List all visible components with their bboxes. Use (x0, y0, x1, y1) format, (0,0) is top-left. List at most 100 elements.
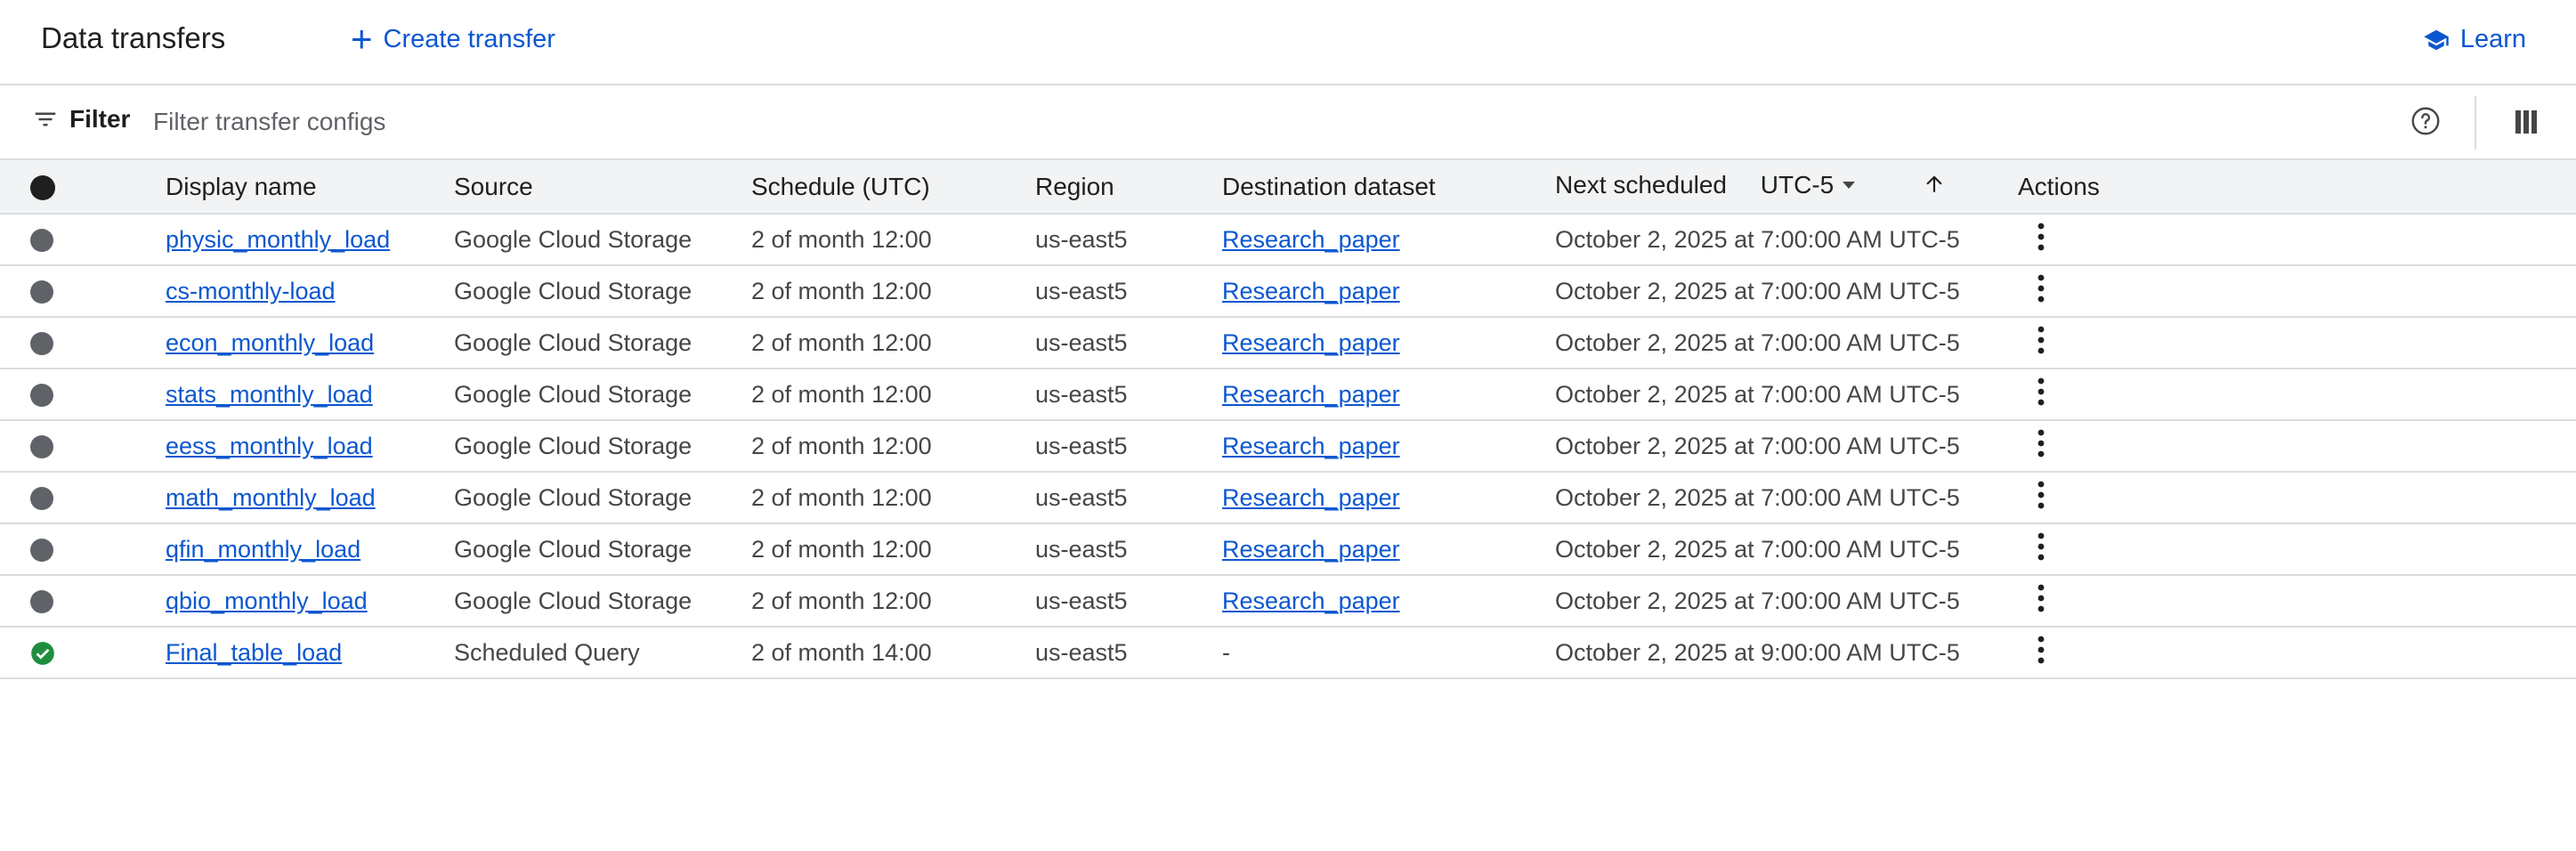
next-scheduled-cell: October 2, 2025 at 7:00:00 AM UTC-5 (1555, 328, 1960, 356)
schedule-header[interactable]: Schedule (UTC) (751, 160, 1035, 215)
help-button[interactable] (2410, 105, 2442, 142)
destination-cell: Research_paper (1222, 265, 1555, 317)
timezone-value: UTC-5 (1760, 170, 1835, 199)
destination-header[interactable]: Destination dataset (1222, 160, 1555, 215)
more-actions-button[interactable] (2036, 222, 2046, 258)
schedule-cell: 2 of month 14:00 (751, 638, 932, 666)
next-scheduled-cell: October 2, 2025 at 7:00:00 AM UTC-5 (1555, 483, 1960, 511)
destination-dataset-link[interactable]: Research_paper (1222, 329, 1400, 356)
status-inactive-icon (30, 539, 53, 563)
table-row[interactable]: econ_monthly_load Google Cloud Storage 2… (0, 317, 2576, 369)
actions-cell (2018, 575, 2576, 627)
actions-header: Actions (2018, 160, 2576, 215)
table-row[interactable]: cs-monthly-load Google Cloud Storage 2 o… (0, 265, 2576, 317)
display-name-link[interactable]: econ_monthly_load (166, 329, 374, 356)
display-name-cell: physic_monthly_load (166, 214, 454, 265)
source-cell: Google Cloud Storage (454, 225, 693, 253)
learn-button[interactable]: Learn (2421, 25, 2526, 54)
filter-input[interactable] (151, 101, 1490, 142)
region-cell: us-east5 (1035, 328, 1128, 356)
more-vert-icon (2037, 481, 2045, 508)
destination-dataset-link[interactable]: Research_paper (1222, 381, 1400, 408)
next-scheduled-header: Next scheduled UTC-5 (1555, 160, 2018, 215)
more-actions-button[interactable] (2036, 635, 2046, 671)
destination-dataset-link[interactable]: Research_paper (1222, 278, 1400, 304)
display-name-link[interactable]: stats_monthly_load (166, 381, 373, 408)
more-actions-button[interactable] (2036, 377, 2046, 413)
filter-icon (35, 112, 56, 126)
display-name-cell: stats_monthly_load (166, 369, 454, 420)
destination-dataset-link[interactable]: Research_paper (1222, 536, 1400, 563)
table-row[interactable]: qbio_monthly_load Google Cloud Storage 2… (0, 575, 2576, 627)
source-cell: Scheduled Query (454, 638, 640, 666)
next-scheduled-label[interactable]: Next scheduled (1555, 171, 1727, 199)
filter-bar: Filter (0, 85, 2576, 160)
filter-label: Filter (69, 105, 131, 133)
region-header[interactable]: Region (1035, 160, 1222, 215)
region-cell: us-east5 (1035, 535, 1128, 563)
status-inactive-icon (30, 332, 53, 356)
display-name-link[interactable]: qbio_monthly_load (166, 588, 368, 614)
region-cell: us-east5 (1035, 380, 1128, 408)
destination-cell: Research_paper (1222, 523, 1555, 575)
create-transfer-button[interactable]: + Create transfer (351, 20, 555, 58)
display-name-header[interactable]: Display name (166, 160, 454, 215)
timezone-select[interactable]: UTC-5 (1760, 170, 1856, 199)
display-name-link[interactable]: Final_table_load (166, 639, 342, 666)
actions-cell (2018, 265, 2576, 317)
destination-dataset-link[interactable]: Research_paper (1222, 226, 1400, 253)
destination-dataset-link[interactable]: Research_paper (1222, 484, 1400, 511)
table-row[interactable]: math_monthly_load Google Cloud Storage 2… (0, 472, 2576, 523)
table-row[interactable]: physic_monthly_load Google Cloud Storage… (0, 214, 2576, 265)
more-actions-button[interactable] (2036, 583, 2046, 620)
destination-dataset-link[interactable]: Research_paper (1222, 433, 1400, 459)
next-scheduled-cell: October 2, 2025 at 7:00:00 AM UTC-5 (1555, 432, 1960, 459)
actions-cell (2018, 472, 2576, 523)
top-bar: Data transfers + Create transfer Learn (0, 0, 2576, 85)
display-name-cell: eess_monthly_load (166, 420, 454, 472)
page-title: Data transfers (41, 21, 226, 54)
source-cell: Google Cloud Storage (454, 328, 693, 356)
filter-button[interactable]: Filter (32, 105, 130, 134)
more-vert-icon (2037, 532, 2045, 560)
schedule-cell: 2 of month 12:00 (751, 535, 932, 563)
more-actions-button[interactable] (2036, 325, 2046, 361)
display-name-link[interactable]: qfin_monthly_load (166, 536, 360, 563)
table-row[interactable]: eess_monthly_load Google Cloud Storage 2… (0, 420, 2576, 472)
display-name-link[interactable]: eess_monthly_load (166, 433, 373, 459)
column-display-button[interactable] (2515, 109, 2537, 140)
more-actions-button[interactable] (2036, 480, 2046, 516)
status-inactive-icon (30, 487, 53, 511)
more-vert-icon (2037, 636, 2045, 663)
source-cell: Google Cloud Storage (454, 587, 693, 614)
table-row[interactable]: qfin_monthly_load Google Cloud Storage 2… (0, 523, 2576, 575)
more-vert-icon (2037, 274, 2045, 302)
more-vert-icon (2037, 326, 2045, 353)
more-vert-icon (2037, 223, 2045, 250)
status-inactive-icon (30, 435, 53, 459)
table-row[interactable]: Final_table_load Scheduled Query 2 of mo… (0, 627, 2576, 678)
more-actions-button[interactable] (2036, 428, 2046, 465)
more-actions-button[interactable] (2036, 273, 2046, 310)
display-name-cell: Final_table_load (166, 627, 454, 678)
next-scheduled-cell: October 2, 2025 at 7:00:00 AM UTC-5 (1555, 225, 1960, 253)
destination-dataset-link[interactable]: Research_paper (1222, 588, 1400, 614)
status-cell (0, 369, 166, 420)
display-name-link[interactable]: cs-monthly-load (166, 278, 336, 304)
source-header[interactable]: Source (454, 160, 751, 215)
success-check-icon (31, 642, 54, 666)
destination-cell: Research_paper (1222, 317, 1555, 369)
more-actions-button[interactable] (2036, 531, 2046, 568)
status-column-header (0, 160, 166, 215)
display-name-link[interactable]: physic_monthly_load (166, 226, 390, 253)
transfers-table: Display name Source Schedule (UTC) Regio… (0, 160, 2576, 679)
display-name-cell: econ_monthly_load (166, 317, 454, 369)
sort-ascending-button[interactable] (1923, 170, 1946, 203)
status-cell (0, 420, 166, 472)
status-inactive-icon (30, 229, 53, 253)
source-cell: Google Cloud Storage (454, 277, 693, 304)
table-row[interactable]: stats_monthly_load Google Cloud Storage … (0, 369, 2576, 420)
display-name-link[interactable]: math_monthly_load (166, 484, 376, 511)
arrow-up-icon (1926, 175, 1942, 192)
status-cell (0, 575, 166, 627)
